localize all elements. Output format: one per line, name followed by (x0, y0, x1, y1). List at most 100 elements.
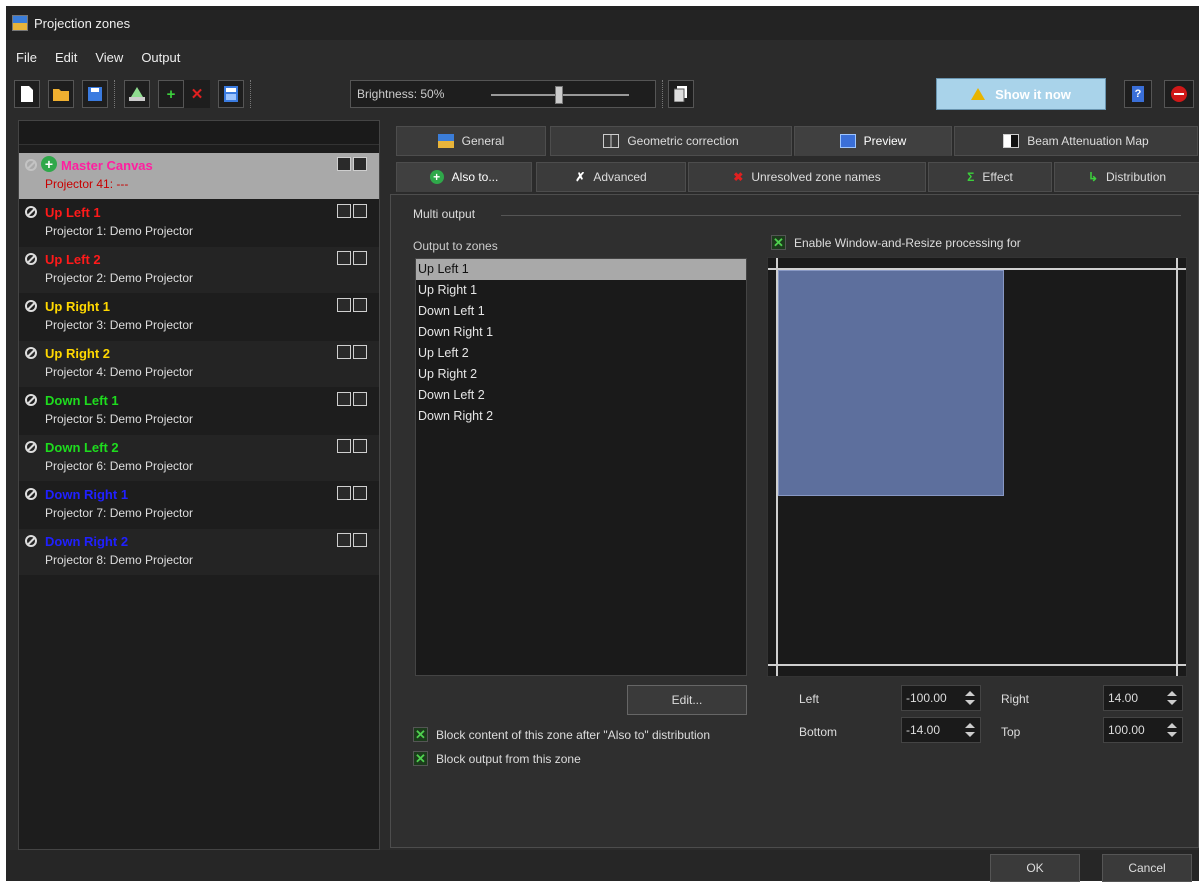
tab-also-to[interactable]: + Also to... (396, 162, 532, 192)
output-zone-item[interactable]: Up Right 2 (416, 364, 746, 385)
close-button[interactable] (1164, 80, 1194, 108)
zone-row[interactable]: + Master Canvas Projector 41: --- (19, 153, 379, 199)
cancel-button[interactable]: Cancel (1102, 854, 1192, 882)
output-zone-item[interactable]: Up Left 2 (416, 343, 746, 364)
stop-icon (1171, 86, 1187, 102)
zone-toggle-boxes[interactable] (337, 486, 367, 500)
output-zone-item[interactable]: Down Left 1 (416, 301, 746, 322)
toggle-box[interactable] (337, 486, 351, 500)
toggle-box[interactable] (353, 157, 367, 171)
toggle-box[interactable] (353, 298, 367, 312)
tab-advanced[interactable]: ✗ Advanced (536, 162, 686, 192)
menu-edit[interactable]: Edit (45, 50, 85, 68)
tab-preview[interactable]: Preview (794, 126, 952, 156)
toggle-box[interactable] (353, 486, 367, 500)
toggle-box[interactable] (353, 439, 367, 453)
toggle-box[interactable] (337, 345, 351, 359)
spin-arrows-icon[interactable] (1166, 691, 1178, 705)
spin-arrows-icon[interactable] (1166, 723, 1178, 737)
help-button[interactable]: ? (1124, 80, 1152, 108)
zone-row[interactable]: Down Left 1 Projector 5: Demo Projector (19, 388, 379, 434)
add-zone-button[interactable]: + (158, 80, 184, 108)
zone-row[interactable]: Up Right 1 Projector 3: Demo Projector (19, 294, 379, 340)
enable-window-resize-row[interactable]: ✕ Enable Window-and-Resize processing fo… (771, 235, 1021, 250)
zone-toggle-boxes[interactable] (337, 251, 367, 265)
menu-file[interactable]: File (6, 50, 45, 68)
zone-toggle-boxes[interactable] (337, 392, 367, 406)
edit-button[interactable]: Edit... (627, 685, 747, 715)
toggle-box[interactable] (353, 392, 367, 406)
block-content-checkbox[interactable]: ✕ (413, 727, 428, 742)
block-output-checkbox[interactable]: ✕ (413, 751, 428, 766)
zone-row[interactable]: Up Left 1 Projector 1: Demo Projector (19, 200, 379, 246)
delete-zone-button[interactable]: ✕ (184, 80, 210, 108)
zone-toggle-boxes[interactable] (337, 345, 367, 359)
toggle-box[interactable] (337, 533, 351, 547)
tab-distribution[interactable]: ↳ Distribution (1054, 162, 1199, 192)
zone-row[interactable]: Down Left 2 Projector 6: Demo Projector (19, 435, 379, 481)
toggle-box[interactable] (337, 251, 351, 265)
disabled-icon[interactable] (25, 394, 37, 406)
zone-toggle-boxes[interactable] (337, 157, 367, 171)
tab-general[interactable]: General (396, 126, 546, 156)
tab-geometric-correction[interactable]: Geometric correction (550, 126, 792, 156)
output-zone-item[interactable]: Up Right 1 (416, 280, 746, 301)
disabled-icon[interactable] (25, 347, 37, 359)
open-folder-button[interactable] (48, 80, 74, 108)
disabled-icon[interactable] (25, 206, 37, 218)
copy-button[interactable] (668, 80, 694, 108)
toggle-box[interactable] (353, 533, 367, 547)
show-it-now-button[interactable]: Show it now (936, 78, 1106, 110)
output-zone-item[interactable]: Up Left 1 (416, 259, 746, 280)
bottom-spinbox[interactable]: -14.00 (901, 717, 981, 743)
toggle-box[interactable] (353, 204, 367, 218)
toggle-box[interactable] (337, 439, 351, 453)
spin-arrows-icon[interactable] (964, 691, 976, 705)
tab-beam-attenuation-map[interactable]: Beam Attenuation Map (954, 126, 1198, 156)
toggle-box[interactable] (353, 345, 367, 359)
output-zone-item[interactable]: Down Right 2 (416, 406, 746, 427)
zone-row[interactable]: Up Right 2 Projector 4: Demo Projector (19, 341, 379, 387)
menu-view[interactable]: View (85, 50, 131, 68)
menu-output[interactable]: Output (131, 50, 188, 68)
zone-toggle-boxes[interactable] (337, 298, 367, 312)
calculator-button[interactable] (218, 80, 244, 108)
disabled-icon[interactable] (25, 441, 37, 453)
zone-filter-input[interactable] (19, 121, 379, 145)
left-spinbox[interactable]: -100.00 (901, 685, 981, 711)
output-zone-item[interactable]: Down Right 1 (416, 322, 746, 343)
window-rect[interactable] (778, 270, 1004, 496)
zone-row[interactable]: Up Left 2 Projector 2: Demo Projector (19, 247, 379, 293)
toggle-box[interactable] (337, 392, 351, 406)
toggle-box[interactable] (337, 157, 351, 171)
tab-effect[interactable]: Σ Effect (928, 162, 1052, 192)
enable-window-resize-checkbox[interactable]: ✕ (771, 235, 786, 250)
ok-button[interactable]: OK (990, 854, 1080, 882)
disabled-icon[interactable] (25, 159, 37, 171)
brightness-slider-thumb[interactable] (555, 86, 563, 104)
disabled-icon[interactable] (25, 488, 37, 500)
spin-arrows-icon[interactable] (964, 723, 976, 737)
zone-toggle-boxes[interactable] (337, 439, 367, 453)
tab-unresolved-zone-names[interactable]: ✖ Unresolved zone names (688, 162, 926, 192)
output-zone-item[interactable]: Down Left 2 (416, 385, 746, 406)
window-resize-preview[interactable] (767, 257, 1187, 677)
block-output-checkbox-row[interactable]: ✕ Block output from this zone (413, 751, 581, 766)
new-file-button[interactable] (14, 80, 40, 108)
toggle-box[interactable] (353, 251, 367, 265)
block-content-checkbox-row[interactable]: ✕ Block content of this zone after "Also… (413, 727, 710, 742)
projector-button[interactable] (124, 80, 150, 108)
toggle-box[interactable] (337, 298, 351, 312)
toggle-box[interactable] (337, 204, 351, 218)
output-zones-list[interactable]: Up Left 1 Up Right 1 Down Left 1 Down Right… (415, 258, 747, 676)
disabled-icon[interactable] (25, 535, 37, 547)
disabled-icon[interactable] (25, 300, 37, 312)
disabled-icon[interactable] (25, 253, 37, 265)
zone-row[interactable]: Down Right 2 Projector 8: Demo Projector (19, 529, 379, 575)
top-spinbox[interactable]: 100.00 (1103, 717, 1183, 743)
zone-toggle-boxes[interactable] (337, 533, 367, 547)
save-button[interactable] (82, 80, 108, 108)
zone-row[interactable]: Down Right 1 Projector 7: Demo Projector (19, 482, 379, 528)
zone-toggle-boxes[interactable] (337, 204, 367, 218)
right-spinbox[interactable]: 14.00 (1103, 685, 1183, 711)
